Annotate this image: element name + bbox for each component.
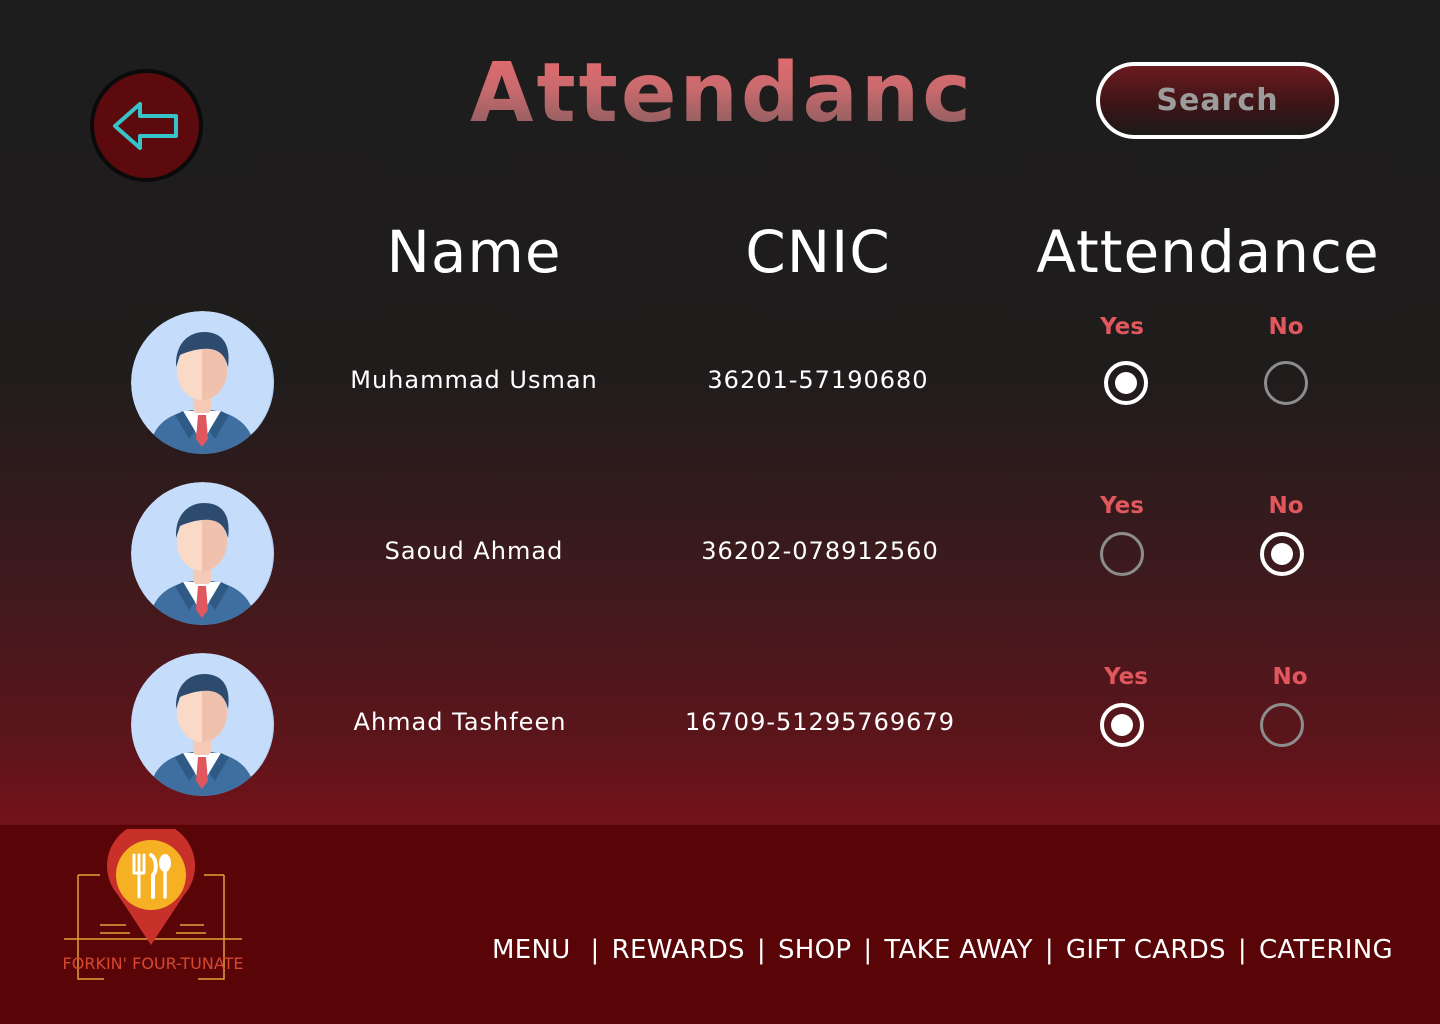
- yes-label: Yes: [1100, 314, 1144, 340]
- footer: FORKIN' FOUR-TUNATE MENU | REWARDS | SHO…: [0, 821, 1440, 1024]
- avatar: [131, 311, 274, 454]
- nav-rewards[interactable]: REWARDS: [612, 935, 745, 965]
- no-label: No: [1268, 493, 1304, 519]
- no-label: No: [1272, 664, 1308, 690]
- nav-shop[interactable]: SHOP: [778, 935, 851, 965]
- avatar: [131, 482, 274, 625]
- column-header-cnic: CNIC: [745, 218, 891, 286]
- nav-take-away[interactable]: TAKE AWAY: [884, 935, 1032, 965]
- search-button[interactable]: Search: [1096, 62, 1339, 139]
- yes-label: Yes: [1104, 664, 1148, 690]
- footer-nav: MENU | REWARDS | SHOP | TAKE AWAY | GIFT…: [492, 935, 1393, 965]
- nav-separator: |: [863, 935, 873, 965]
- page-title: Attendance: [470, 46, 1033, 141]
- row-name: Ahmad Tashfeen: [353, 708, 567, 736]
- nav-catering[interactable]: CATERING: [1259, 935, 1393, 965]
- brand-logo[interactable]: FORKIN' FOUR-TUNATE: [60, 821, 246, 989]
- brand-name: FORKIN' FOUR-TUNATE: [62, 954, 244, 973]
- attendance-yes-radio[interactable]: [1100, 703, 1144, 747]
- column-header-attendance: Attendance: [1036, 218, 1380, 286]
- column-header-name: Name: [386, 218, 562, 286]
- nav-separator: |: [590, 935, 600, 965]
- back-button[interactable]: [90, 69, 203, 182]
- row-cnic: 36202-078912560: [701, 537, 939, 565]
- nav-separator: |: [1044, 935, 1054, 965]
- row-name: Saoud Ahmad: [384, 537, 564, 565]
- attendance-yes-radio[interactable]: [1104, 361, 1148, 405]
- businessman-avatar-icon: [131, 311, 274, 454]
- row-cnic: 36201-57190680: [707, 366, 929, 394]
- businessman-avatar-icon: [131, 653, 274, 796]
- arrow-left-icon: [112, 101, 178, 150]
- yes-label: Yes: [1100, 493, 1144, 519]
- attendance-yes-radio[interactable]: [1100, 532, 1144, 576]
- attendance-no-radio[interactable]: [1264, 361, 1308, 405]
- attendance-no-radio[interactable]: [1260, 703, 1304, 747]
- nav-menu[interactable]: MENU: [492, 935, 571, 965]
- nav-separator: |: [756, 935, 766, 965]
- avatar: [131, 653, 274, 796]
- nav-separator: |: [1237, 935, 1247, 965]
- attendance-no-radio[interactable]: [1260, 532, 1304, 576]
- row-name: Muhammad Usman: [350, 366, 598, 394]
- row-cnic: 16709-51295769679: [685, 708, 955, 736]
- no-label: No: [1268, 314, 1304, 340]
- nav-gift-cards[interactable]: GIFT CARDS: [1066, 935, 1226, 965]
- businessman-avatar-icon: [131, 482, 274, 625]
